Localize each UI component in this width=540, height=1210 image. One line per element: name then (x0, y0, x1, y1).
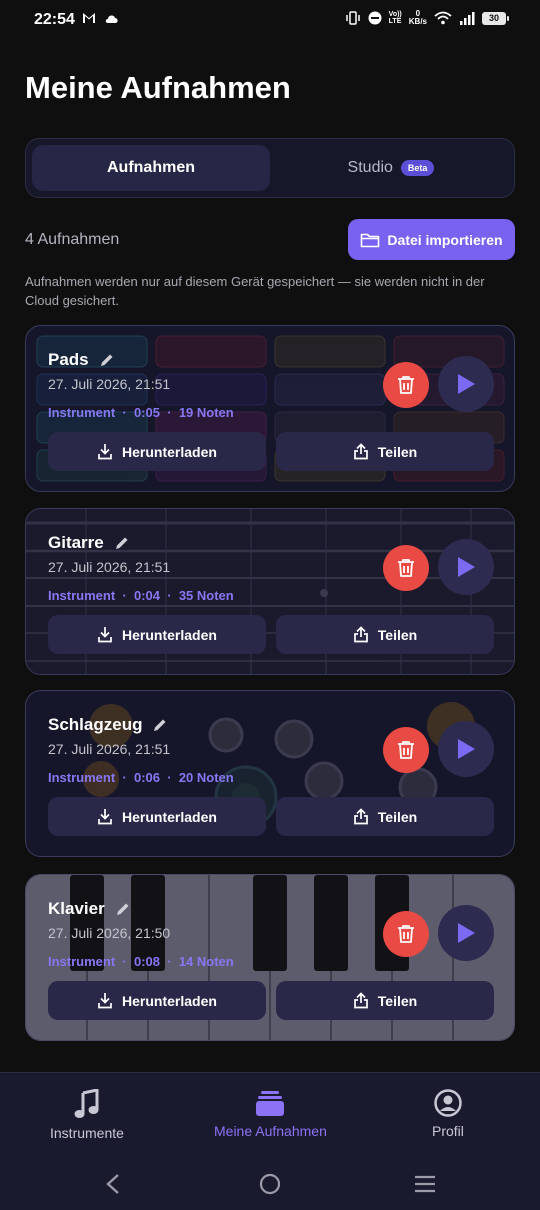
lte-indicator: Vo)) LTE (388, 11, 402, 25)
tab-studio[interactable]: Studio Beta (272, 145, 510, 191)
recording-date: 27. Juli 2026, 21:51 (48, 559, 171, 575)
recording-date: 27. Juli 2026, 21:51 (48, 741, 171, 757)
music-note-icon (74, 1089, 99, 1118)
edit-icon[interactable] (114, 536, 129, 551)
play-button[interactable] (438, 539, 494, 595)
menu-icon[interactable] (414, 1174, 436, 1194)
share-icon (353, 992, 368, 1009)
play-icon (458, 374, 475, 394)
download-icon (98, 809, 112, 825)
play-button[interactable] (438, 721, 494, 777)
network-speed: 0 KB/s (408, 9, 427, 26)
trash-icon (398, 559, 414, 577)
recording-meta: Instrument · 0:06 · 20 Noten (48, 770, 234, 785)
tab-bar: Aufnahmen Studio Beta (25, 138, 515, 198)
play-icon (458, 739, 475, 759)
recording-title: Klavier (48, 899, 130, 919)
share-icon (353, 443, 368, 460)
recording-card-schlagzeug: Schlagzeug 27. Juli 2026, 21:51 Instrume… (25, 690, 515, 857)
back-icon[interactable] (104, 1173, 122, 1195)
nav-meine-aufnahmen[interactable]: Meine Aufnahmen (214, 1089, 327, 1139)
status-bar: 22:54 Vo)) LTE 0 KB/s 30 (0, 0, 540, 40)
play-icon (458, 557, 475, 577)
share-button[interactable]: Teilen (276, 615, 494, 654)
tab-studio-label: Studio (347, 159, 393, 176)
download-icon (98, 993, 112, 1009)
gmail-icon (83, 13, 95, 23)
recording-date: 27. Juli 2026, 21:51 (48, 376, 171, 392)
tab-aufnahmen[interactable]: Aufnahmen (32, 145, 270, 191)
recording-title: Schlagzeug (48, 715, 167, 735)
share-button[interactable]: Teilen (276, 981, 494, 1020)
download-icon (98, 444, 112, 460)
download-icon (98, 627, 112, 643)
recording-meta: Instrument · 0:05 · 19 Noten (48, 405, 234, 420)
recording-meta: Instrument · 0:08 · 14 Noten (48, 954, 234, 969)
profile-icon (434, 1089, 462, 1117)
recordings-count: 4 Aufnahmen (25, 231, 120, 248)
bottom-navigation: Instrumente Meine Aufnahmen Profil (0, 1072, 540, 1158)
signal-icon (460, 12, 475, 25)
system-navigation-bar (0, 1158, 540, 1210)
download-button[interactable]: Herunterladen (48, 615, 266, 654)
home-icon[interactable] (259, 1173, 281, 1195)
tab-aufnahmen-label: Aufnahmen (107, 159, 195, 176)
folder-stack-icon (256, 1091, 285, 1116)
edit-icon[interactable] (152, 718, 167, 733)
import-file-button[interactable]: Datei importieren (348, 219, 515, 260)
cloud-icon (105, 15, 118, 23)
share-button[interactable]: Teilen (276, 797, 494, 836)
trash-icon (398, 925, 414, 943)
wifi-icon (434, 11, 452, 25)
dnd-icon (368, 11, 382, 25)
recording-title: Gitarre (48, 533, 129, 553)
trash-icon (398, 741, 414, 759)
battery-icon: 30 (482, 11, 509, 25)
recording-card-pads: Pads 27. Juli 2026, 21:51 Instrument · 0… (25, 325, 515, 492)
delete-button[interactable] (383, 545, 429, 591)
import-file-label: Datei importieren (387, 231, 503, 248)
page-title: Meine Aufnahmen (25, 70, 291, 105)
edit-icon[interactable] (99, 353, 114, 368)
share-button[interactable]: Teilen (276, 432, 494, 471)
storage-note: Aufnahmen werden nur auf diesem Gerät ge… (25, 274, 485, 308)
delete-button[interactable] (383, 727, 429, 773)
download-button[interactable]: Herunterladen (48, 981, 266, 1020)
download-button[interactable]: Herunterladen (48, 432, 266, 471)
vibrate-icon (345, 11, 360, 25)
delete-button[interactable] (383, 362, 429, 408)
share-icon (353, 808, 368, 825)
nav-instrumente[interactable]: Instrumente (50, 1089, 124, 1141)
recording-card-gitarre: Gitarre 27. Juli 2026, 21:51 Instrument … (25, 508, 515, 675)
share-icon (353, 626, 368, 643)
recording-title: Pads (48, 350, 114, 370)
folder-icon (361, 233, 380, 247)
edit-icon[interactable] (115, 902, 130, 917)
recording-date: 27. Juli 2026, 21:50 (48, 925, 171, 941)
status-time: 22:54 (34, 11, 75, 28)
recording-card-klavier: Klavier 27. Juli 2026, 21:50 Instrument … (25, 874, 515, 1041)
delete-button[interactable] (383, 911, 429, 957)
play-button[interactable] (438, 905, 494, 961)
nav-profil[interactable]: Profil (432, 1089, 464, 1139)
trash-icon (398, 376, 414, 394)
play-icon (458, 923, 475, 943)
beta-badge: Beta (400, 160, 435, 176)
play-button[interactable] (438, 356, 494, 412)
recording-meta: Instrument · 0:04 · 35 Noten (48, 588, 234, 603)
download-button[interactable]: Herunterladen (48, 797, 266, 836)
